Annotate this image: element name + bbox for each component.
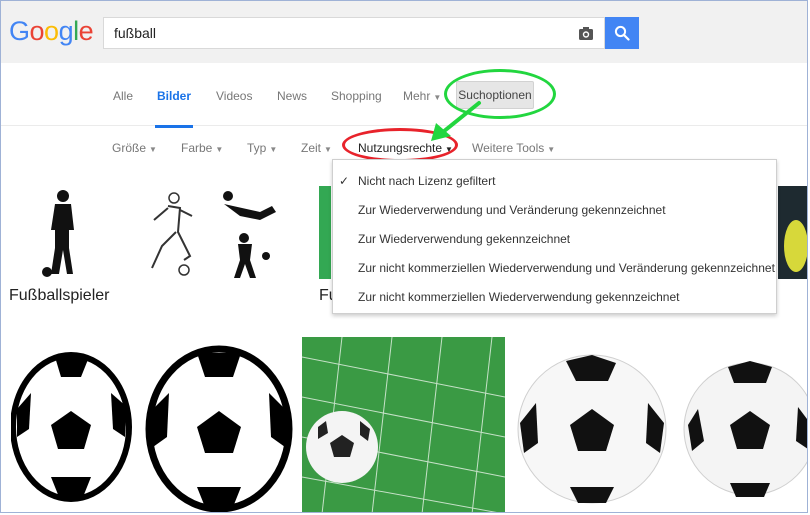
option-label: Zur nicht kommerziellen Wiederverwendung… bbox=[358, 290, 680, 304]
player-silhouettes bbox=[223, 191, 276, 278]
search-tabs: Alle Bilder Videos News Shopping Mehr ▼ bbox=[1, 63, 807, 128]
tool-groesse[interactable]: Größe ▼ bbox=[112, 141, 157, 155]
chevron-down-icon: ▼ bbox=[269, 145, 278, 154]
result-image[interactable] bbox=[302, 337, 505, 512]
player-sketch bbox=[151, 192, 193, 276]
dropdown-option[interactable]: ✓ Nicht nach Lizenz gefiltert bbox=[333, 167, 776, 195]
camera-icon[interactable] bbox=[578, 25, 594, 41]
result-image[interactable] bbox=[680, 337, 807, 512]
chevron-down-icon: ▼ bbox=[547, 145, 556, 154]
check-icon: ✓ bbox=[339, 174, 350, 188]
tab-alle[interactable]: Alle bbox=[113, 89, 133, 103]
tab-shopping[interactable]: Shopping bbox=[331, 89, 382, 103]
related-image[interactable] bbox=[220, 186, 286, 279]
tool-label: Farbe bbox=[181, 141, 213, 155]
soccer-ball-outline bbox=[11, 352, 132, 502]
logo-letter: g bbox=[58, 16, 74, 46]
option-label: Nicht nach Lizenz gefiltert bbox=[358, 174, 496, 188]
google-logo[interactable]: Google bbox=[9, 16, 94, 47]
license-dropdown: ✓ Nicht nach Lizenz gefiltert Zur Wieder… bbox=[332, 159, 777, 314]
chevron-down-icon: ▼ bbox=[149, 145, 157, 154]
related-image-fragment bbox=[784, 220, 807, 272]
browser-viewport: Google Alle Bilder Videos News Shopping … bbox=[0, 0, 808, 513]
soccer-ball-photo bbox=[517, 354, 667, 504]
tool-farbe[interactable]: Farbe ▼ bbox=[181, 141, 223, 155]
tool-label: Größe bbox=[112, 141, 147, 155]
tab-videos[interactable]: Videos bbox=[216, 89, 252, 103]
result-image[interactable] bbox=[11, 337, 135, 512]
chevron-down-icon: ▼ bbox=[215, 145, 224, 154]
soccer-ball-outline bbox=[145, 345, 293, 512]
player-silhouette bbox=[42, 190, 74, 277]
tool-typ[interactable]: Typ ▼ bbox=[247, 141, 277, 155]
related-image[interactable] bbox=[11, 186, 116, 279]
related-image[interactable] bbox=[319, 186, 331, 279]
logo-letter: G bbox=[9, 16, 30, 46]
search-button[interactable] bbox=[605, 17, 639, 49]
tab-news[interactable]: News bbox=[277, 89, 307, 103]
option-label: Zur Wiederverwendung und Veränderung gek… bbox=[358, 203, 666, 217]
dropdown-option[interactable]: Zur nicht kommerziellen Wiederverwendung… bbox=[333, 254, 776, 282]
tool-label: Zeit bbox=[301, 141, 322, 155]
dropdown-option[interactable]: Zur Wiederverwendung gekennzeichnet bbox=[333, 225, 776, 253]
annotation-arrow bbox=[431, 101, 481, 141]
soccer-ball-photo bbox=[683, 361, 807, 497]
dropdown-option[interactable]: Zur Wiederverwendung und Veränderung gek… bbox=[333, 196, 776, 224]
tool-zeit[interactable]: Zeit ▼ bbox=[301, 141, 332, 155]
logo-letter: e bbox=[78, 16, 94, 46]
logo-letter: o bbox=[29, 16, 45, 46]
search-input[interactable] bbox=[114, 18, 554, 48]
related-label[interactable]: Fußballspieler bbox=[9, 287, 109, 305]
logo-letter: o bbox=[44, 16, 59, 46]
option-label: Zur Wiederverwendung gekennzeichnet bbox=[358, 232, 571, 246]
tab-bilder[interactable]: Bilder bbox=[154, 89, 194, 128]
chevron-down-icon: ▼ bbox=[324, 145, 332, 154]
result-image[interactable] bbox=[145, 337, 293, 512]
search-box bbox=[103, 17, 605, 49]
dropdown-option[interactable]: Zur nicht kommerziellen Wiederverwendung… bbox=[333, 283, 776, 311]
tool-label: Typ bbox=[247, 141, 267, 155]
related-image[interactable] bbox=[118, 186, 218, 279]
option-label: Zur nicht kommerziellen Wiederverwendung… bbox=[358, 261, 775, 275]
search-icon bbox=[614, 25, 630, 41]
image-results bbox=[1, 317, 807, 512]
related-image[interactable] bbox=[778, 186, 807, 279]
search-header: Google bbox=[1, 1, 807, 63]
ball-in-net-photo bbox=[302, 337, 505, 512]
result-image[interactable] bbox=[514, 337, 670, 512]
